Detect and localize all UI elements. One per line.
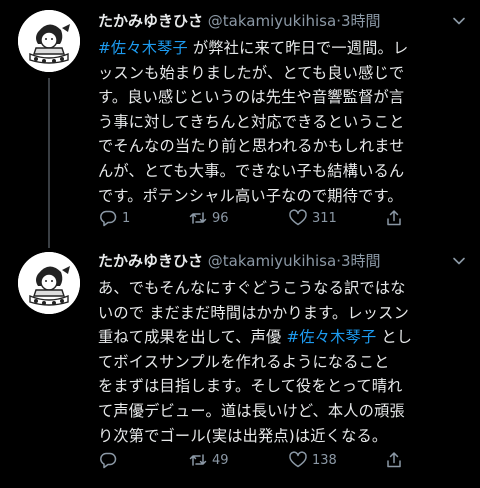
tweet-actions: 49 138 [98, 448, 470, 472]
hashtag-link[interactable]: #佐々木琴子 [98, 39, 188, 57]
text-segment: が弊社に来て昨日で一週間。レ [187, 39, 409, 57]
share-icon [387, 452, 401, 468]
share-icon [387, 210, 401, 226]
tweet-text-line: てボイスサンプルを作れるようになること [98, 352, 390, 371]
tweet-text-line: ッスンも始まりましたが、とても良い感じで [98, 63, 405, 82]
tweet-text-line: り次第でゴール(実は出発点)は近くなる。 [98, 426, 388, 445]
user-handle[interactable]: @takamiyukihisa [208, 12, 336, 30]
tweet[interactable]: たかみゆきひさ @takamiyukihisa·3時間 #佐々木琴子 が弊社に来… [0, 0, 480, 248]
tweet[interactable]: たかみゆきひさ @takamiyukihisa·3時間 あ、でもそんなにすぐどう… [0, 244, 480, 488]
retweet-button[interactable]: 96 [188, 206, 229, 230]
chevron-down-icon[interactable] [452, 14, 466, 28]
tweet-actions: 1 96 311 [98, 206, 470, 230]
reply-icon [100, 452, 117, 469]
tweet-text: #佐々木琴子 が弊社に来て昨日で一週間。レ ッスンも始まりましたが、とても良い感… [98, 36, 470, 208]
display-name[interactable]: たかみゆきひさ [98, 12, 203, 30]
text-segment: 重ねて成果を出して、声優 [98, 328, 287, 347]
retweet-icon [189, 212, 207, 224]
timestamp[interactable]: 3時間 [341, 12, 381, 30]
heart-icon [289, 209, 307, 226]
retweet-icon [189, 454, 207, 466]
reply-button[interactable]: 1 [98, 206, 130, 230]
tweet-text-line: す。良い感じというのは先生や音響監督が言 [98, 88, 405, 107]
like-count: 138 [312, 452, 337, 468]
tweet-text-line: んが、とても大事。できない子も結構いるん [98, 161, 405, 180]
tweet-text-line: 重ねて成果を出して、声優 #佐々木琴子 とし [98, 325, 470, 350]
like-button[interactable]: 311 [288, 206, 337, 230]
tweet-header: たかみゆきひさ @takamiyukihisa·3時間 [98, 250, 470, 272]
reply-icon [100, 210, 117, 227]
thread-connector-line [48, 78, 50, 248]
tweet-header: たかみゆきひさ @takamiyukihisa·3時間 [98, 10, 470, 32]
tweet-text-line: をまずは目指します。そして役をとって晴れ [98, 377, 403, 396]
hashtag-link[interactable]: #佐々木琴子 [286, 328, 376, 346]
tweet-text-line: あ、でもそんなにすぐどうこうなる訳ではな [98, 279, 406, 297]
share-button[interactable] [384, 206, 408, 230]
avatar[interactable] [18, 252, 80, 314]
avatar-illustration-icon [18, 10, 80, 72]
like-count: 311 [312, 210, 337, 226]
text-segment: とし [376, 328, 413, 347]
retweet-count: 96 [212, 210, 229, 226]
user-handle[interactable]: @takamiyukihisa [208, 252, 336, 270]
avatar-illustration-icon [18, 252, 80, 314]
tweet-text-line: です。ポテンシャル高い子なので期待です。 [98, 186, 403, 205]
tweet-text-line: でそんなの当たり前と思われるかもしれませ [98, 137, 405, 156]
reply-count: 1 [122, 210, 131, 226]
tweet-text-line: う事に対してきちんと対応できるということ [98, 112, 405, 131]
share-button[interactable] [384, 448, 408, 472]
avatar[interactable] [18, 10, 80, 72]
tweet-text-line: て声優デビュー。道は長いけど、本人の頑張 [98, 401, 405, 420]
retweet-button[interactable]: 49 [188, 448, 229, 472]
like-button[interactable]: 138 [288, 448, 337, 472]
tweet-text: あ、でもそんなにすぐどうこうなる訳ではな いので まだまだ時間はかかります。レッ… [98, 276, 470, 448]
display-name[interactable]: たかみゆきひさ [98, 252, 203, 270]
reply-button[interactable] [98, 448, 122, 472]
timestamp[interactable]: 3時間 [341, 252, 381, 270]
chevron-down-icon[interactable] [452, 254, 466, 268]
tweet-text-line: #佐々木琴子 が弊社に来て昨日で一週間。レ [98, 36, 470, 61]
retweet-count: 49 [212, 452, 229, 468]
heart-icon [289, 451, 307, 468]
tweet-text-line: いので まだまだ時間はかかります。レッスン [98, 303, 409, 322]
